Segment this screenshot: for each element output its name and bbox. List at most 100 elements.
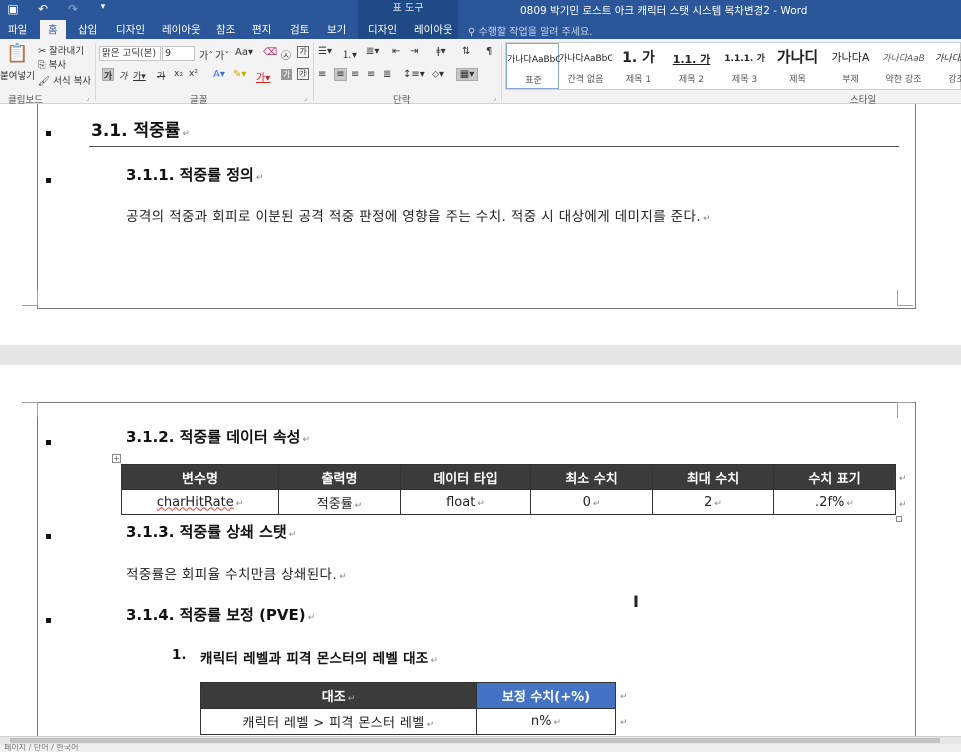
undo-icon[interactable]: ↶ <box>36 2 50 16</box>
table-cell[interactable]: 2 ↵ <box>652 489 774 515</box>
paste-button[interactable]: 붙여넣기 <box>0 68 35 82</box>
style-emphasis[interactable]: 가나다AaB 강조 <box>930 43 961 89</box>
sort-icon[interactable]: ⇅ <box>462 46 470 57</box>
style-heading-1[interactable]: 1. 가 제목 1 <box>612 43 665 89</box>
font-launcher-icon[interactable]: ⌟ <box>304 94 307 102</box>
style-title[interactable]: 가나디 제목 <box>771 43 824 89</box>
style-heading-2[interactable]: 1.1. 가 제목 2 <box>665 43 718 89</box>
tab-file[interactable]: 파일 <box>8 22 27 37</box>
table-header-cell[interactable]: 최소 수치 <box>530 464 653 490</box>
offset-paragraph[interactable]: 적중률은 회피율 수치만큼 상쇄된다. ↵ <box>126 563 347 583</box>
style-subtle-emphasis[interactable]: 가나다AaB 약한 강조 <box>877 43 930 89</box>
table-cell[interactable]: 적중률 ↵ <box>278 489 401 515</box>
table-cell[interactable]: n% ↵ <box>476 708 616 735</box>
style-normal[interactable]: 가나다AaBbC 표준 <box>506 43 560 89</box>
table-header-cell[interactable]: 데이터 타입 <box>400 464 531 490</box>
table-cell[interactable]: float ↵ <box>400 489 531 515</box>
distribute-icon[interactable]: ≣ <box>383 69 391 80</box>
multilevel-list-icon[interactable]: ≣▾ <box>366 46 379 57</box>
table-header-cell[interactable]: 수치 표기 <box>773 464 896 490</box>
shrink-font-icon[interactable]: 가ˇ <box>215 47 229 62</box>
tab-design[interactable]: 디자인 <box>116 22 145 37</box>
font-size-select[interactable]: 9 <box>162 46 195 61</box>
justify-icon[interactable]: ≡ <box>367 69 375 80</box>
decrease-indent-icon[interactable]: ⇤ <box>392 46 400 57</box>
tab-mailings[interactable]: 편지 <box>252 22 271 37</box>
clipboard-launcher-icon[interactable]: ⌟ <box>86 94 89 102</box>
heading-3-1-2[interactable]: 3.1.2. 적중률 데이터 속성 ↵ <box>126 426 310 447</box>
paste-icon[interactable]: 📋 <box>6 43 28 67</box>
char-border-icon[interactable]: 가 <box>297 46 309 58</box>
underline-icon[interactable]: 가▾ <box>133 69 146 82</box>
scrollbar-thumb[interactable] <box>10 738 940 743</box>
phonetic-guide-icon[interactable]: ㉦ <box>281 47 291 62</box>
line-spacing-icon[interactable]: ↕≡▾ <box>403 69 425 80</box>
subscript-icon[interactable]: x₂ <box>174 69 183 79</box>
tab-references[interactable]: 참조 <box>216 22 235 37</box>
tell-me-box[interactable]: ⚲ 수행할 작업을 알려 주세요. <box>468 23 592 38</box>
table-resize-handle[interactable] <box>896 516 902 522</box>
shading-icon[interactable]: ⬦▾ <box>432 69 444 80</box>
superscript-icon[interactable]: x² <box>189 69 198 79</box>
attribute-table[interactable]: 변수명 출력명 데이터 타입 최소 수치 최대 수치 수치 표기 charHit… <box>121 464 896 515</box>
list-item-level-compare[interactable]: 캐릭터 레벨과 피격 몬스터의 레벨 대조 ↵ <box>200 647 438 667</box>
cut-button[interactable]: ✂ 잘라내기 <box>38 43 84 57</box>
copy-button[interactable]: ⎘ 복사 <box>38 57 66 71</box>
numbering-icon[interactable]: ⒈▾ <box>342 46 357 61</box>
highlight-icon[interactable]: ✎▾ <box>233 69 246 80</box>
paragraph-launcher-icon[interactable]: ⌟ <box>493 94 496 102</box>
save-icon[interactable]: ▣ <box>6 2 20 16</box>
clear-format-icon[interactable]: ⌫ <box>263 47 277 58</box>
align-center-icon[interactable]: ≡ <box>334 68 347 81</box>
table-header-cell[interactable]: 대조 ↵ <box>200 682 477 709</box>
strikethrough-icon[interactable]: 가 <box>157 69 165 82</box>
increase-indent-icon[interactable]: ⇥ <box>410 46 418 57</box>
tab-layout[interactable]: 레이아웃 <box>162 22 201 37</box>
table-move-handle[interactable]: + <box>112 454 121 463</box>
tab-review[interactable]: 검토 <box>290 22 309 37</box>
page-1[interactable]: 3.1. 적중률 ↵ 3.1.1. 적중률 정의 ↵ 공격의 적중과 회피로 이분된… <box>0 104 961 345</box>
tab-insert[interactable]: 삽입 <box>78 22 97 37</box>
format-painter-button[interactable]: 🖌 서식 복사 <box>38 73 91 87</box>
table-header-cell[interactable]: 변수명 <box>121 464 279 490</box>
char-shading-icon[interactable]: 가 <box>281 69 292 80</box>
show-marks-icon[interactable]: ¶ <box>486 46 492 57</box>
table-cell[interactable]: charHitRate ↵ <box>121 489 279 515</box>
tab-table-design[interactable]: 디자인 <box>368 22 397 37</box>
enclose-chars-icon[interactable]: ㉮ <box>297 68 309 80</box>
tab-home[interactable]: 홈 <box>40 20 66 39</box>
definition-paragraph[interactable]: 공격의 적중과 회피로 이분된 공격 적중 판정에 영향을 주는 수치. 적중 … <box>126 205 711 225</box>
borders-icon[interactable]: ▦▾ <box>456 68 478 81</box>
heading-3-1[interactable]: 3.1. 적중률 ↵ <box>91 116 190 141</box>
heading-3-1-1[interactable]: 3.1.1. 적중률 정의 ↵ <box>126 164 263 185</box>
table-cell[interactable]: 0 ↵ <box>530 489 653 515</box>
table-header-cell[interactable]: 보정 수치(+%) <box>476 682 616 709</box>
page-2[interactable] <box>0 365 961 736</box>
font-color-icon[interactable]: 가▾ <box>256 69 270 84</box>
bold-icon[interactable]: 가 <box>102 68 114 82</box>
style-heading-3[interactable]: 1.1.1. 가 제목 3 <box>718 43 771 89</box>
bullets-icon[interactable]: ☰▾ <box>318 46 332 57</box>
redo-icon[interactable]: ↷ <box>66 2 80 16</box>
style-no-spacing[interactable]: 가나다AaBbC 간격 없음 <box>559 43 612 89</box>
table-header-cell[interactable]: 출력명 <box>278 464 401 490</box>
grow-font-icon[interactable]: 가ˆ <box>199 47 213 62</box>
italic-icon[interactable]: 가 <box>119 69 127 82</box>
align-right-icon[interactable]: ≡ <box>351 69 359 80</box>
align-left-icon[interactable]: ≡ <box>318 69 326 80</box>
tab-view[interactable]: 보기 <box>327 22 346 37</box>
heading-3-1-4[interactable]: 3.1.4. 적중률 보정 (PVE) ↵ <box>126 604 315 625</box>
text-effects-icon[interactable]: A▾ <box>213 69 225 80</box>
table-header-cell[interactable]: 최대 수치 <box>652 464 774 490</box>
heading-3-1-3[interactable]: 3.1.3. 적중률 상쇄 스탯 ↵ <box>126 521 296 542</box>
change-case-icon[interactable]: Aa▾ <box>235 47 253 58</box>
table-cell[interactable]: 캐릭터 레벨 > 피격 몬스터 레벨 ↵ <box>200 708 477 735</box>
horizontal-scrollbar[interactable] <box>0 736 961 744</box>
customize-qa-icon[interactable]: ▾ <box>96 2 110 16</box>
document-area[interactable]: 3.1. 적중률 ↵ 3.1.1. 적중률 정의 ↵ 공격의 적중과 회피로 이분된… <box>0 104 961 736</box>
font-name-select[interactable]: 맑은 고딕(본) <box>99 46 161 61</box>
table-cell[interactable]: .2f% ↵ <box>773 489 896 515</box>
tab-table-layout[interactable]: 레이아웃 <box>414 22 453 37</box>
level-compare-table[interactable]: 대조 ↵ 보정 수치(+%) 캐릭터 레벨 > 피격 몬스터 레벨 ↵ n% ↵ <box>200 682 616 735</box>
style-subtitle[interactable]: 가나다A 부제 <box>824 43 877 89</box>
